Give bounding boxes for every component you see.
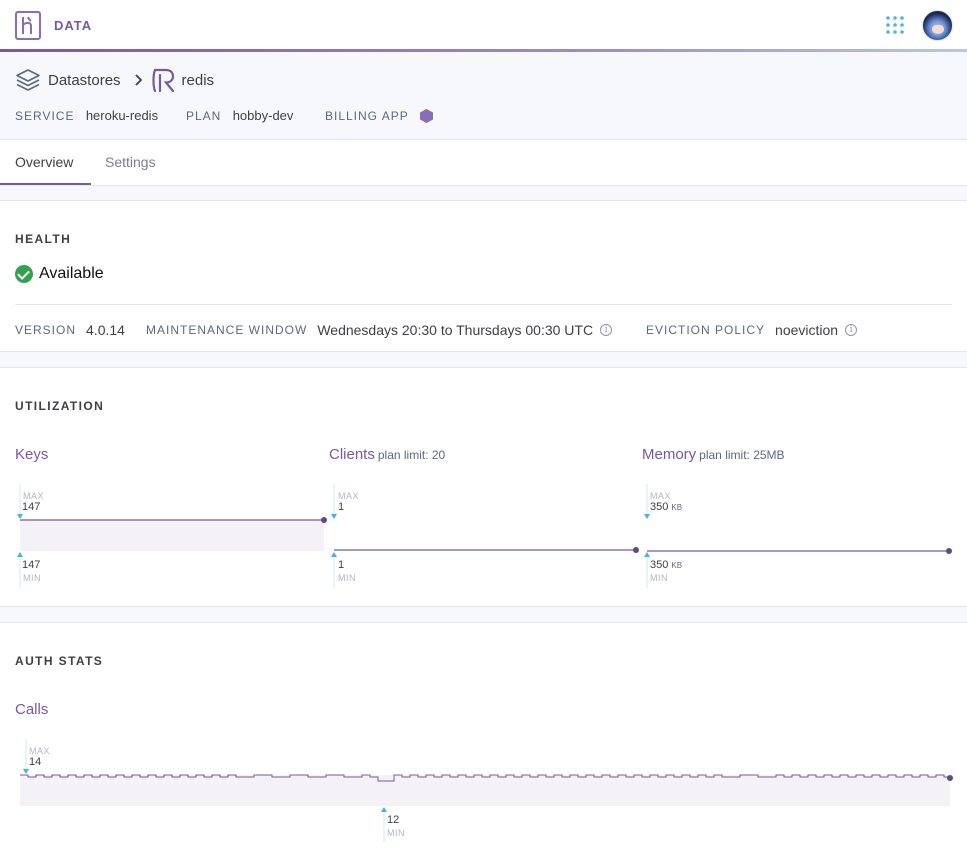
datastores-stack-icon [16,69,40,91]
keys-sparkline[interactable] [15,484,335,588]
billing-app-hexagon-icon[interactable] [419,108,434,124]
utilization-title: UTILIZATION [15,399,105,413]
clients-sparkline[interactable] [329,484,649,588]
top-bar: DATA [0,0,967,50]
version-info: VERSION 4.0.14 [15,322,125,338]
memory-plan-limit: plan limit: 25MB [699,448,785,462]
keys-metric-title[interactable]: Keys [15,446,48,463]
memory-min-marker [644,552,650,557]
calls-last-point [947,775,953,781]
tab-active-indicator [0,183,91,185]
calls-area [20,775,950,806]
clients-max-marker [331,514,337,519]
check-circle-icon [15,265,33,283]
service-label: SERVICE [15,109,75,123]
app-name[interactable]: DATA [54,18,92,33]
maintenance-label: MAINTENANCE WINDOW [146,323,308,337]
breadcrumb: Datastores redis [15,67,214,93]
divider [15,304,952,305]
eviction-label: EVICTION POLICY [646,323,766,337]
calls-sparkline[interactable] [15,739,955,843]
eviction-value: noeviction [775,322,839,338]
maintenance-info: MAINTENANCE WINDOW Wednesdays 20:30 to T… [146,322,613,338]
clients-metric-title[interactable]: Clients plan limit: 20 [329,446,445,463]
keys-max-marker [17,514,23,519]
memory-sparkline[interactable] [642,484,962,588]
calls-max-marker [23,769,29,774]
keys-last-point [321,517,327,523]
health-status: Available [15,265,104,283]
memory-metric-title[interactable]: Memory plan limit: 25MB [642,446,785,463]
redis-addon-icon [151,68,174,93]
app-switcher-icon[interactable] [886,16,904,34]
keys-area [20,520,324,551]
eviction-info: EVICTION POLICY noeviction i [646,322,858,338]
breadcrumb-current: redis [181,71,215,89]
calls-min-marker [381,807,387,812]
maintenance-info-icon[interactable]: i [600,324,613,336]
auth-stats-panel: AUTH STATS Calls MAX 14 12 MIN [0,622,967,848]
clients-title: Clients [329,446,375,463]
keys-min-marker [17,552,23,557]
chevron-right-icon [134,74,142,86]
memory-max-marker [644,514,650,519]
health-panel: HEALTH Available VERSION 4.0.14 MAINTENA… [0,200,967,352]
memory-title: Memory [642,446,697,463]
plan-value: hobby-dev [232,108,294,123]
clients-min-marker [331,552,337,557]
clients-plan-limit: plan limit: 20 [377,448,446,462]
version-value: 4.0.14 [86,322,125,338]
calls-metric-title[interactable]: Calls [15,701,48,718]
calls-title: Calls [15,701,49,718]
maintenance-value: Wednesdays 20:30 to Thursdays 00:30 UTC [317,322,594,338]
memory-last-point [946,548,952,554]
clients-last-point [633,547,639,553]
health-status-text: Available [39,265,104,282]
billing-app-info: BILLING APP [325,108,434,124]
billing-app-label: BILLING APP [325,109,409,123]
service-value: heroku-redis [85,108,159,123]
keys-title: Keys [15,446,49,463]
heroku-logo-icon[interactable] [15,11,41,40]
tab-bar: Overview Settings [0,140,967,186]
tab-overview[interactable]: Overview [15,154,73,170]
plan-info: PLAN hobby-dev [186,108,293,123]
utilization-panel: UTILIZATION Keys MAX 147 147 MIN Clients… [0,367,967,607]
eviction-info-icon[interactable]: i [845,324,858,336]
health-title: HEALTH [15,232,72,246]
plan-label: PLAN [186,109,222,123]
page-header: Datastores redis SERVICE heroku-redis PL… [0,52,967,140]
user-avatar[interactable] [922,10,953,41]
version-label: VERSION [15,323,77,337]
auth-stats-title: AUTH STATS [15,654,104,668]
tab-settings[interactable]: Settings [105,154,156,170]
breadcrumb-datastores-link[interactable]: Datastores [48,72,121,89]
service-info: SERVICE heroku-redis [15,108,158,123]
